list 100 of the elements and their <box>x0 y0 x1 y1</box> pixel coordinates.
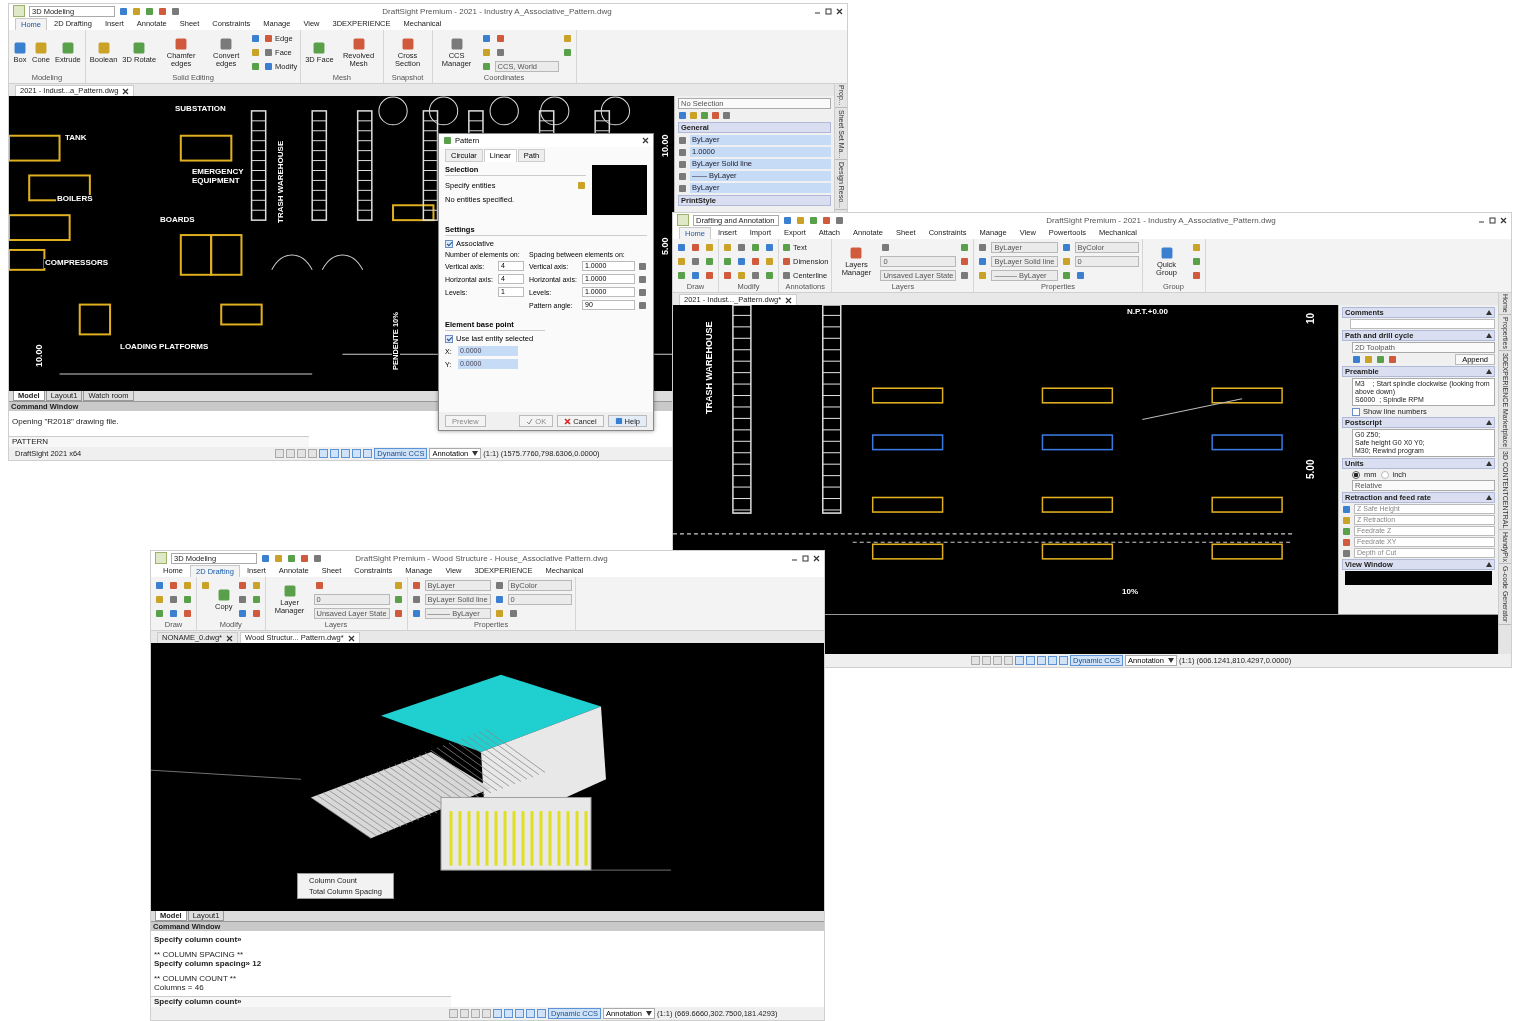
ribbon-icon-button[interactable] <box>1060 256 1072 267</box>
ribbon-icon-button[interactable] <box>561 47 573 58</box>
checkbox[interactable] <box>445 239 453 248</box>
ribbon-icon-button[interactable] <box>750 242 761 253</box>
ribbon-icon-button[interactable] <box>168 594 179 605</box>
collapse-icon[interactable] <box>1486 562 1492 567</box>
ribbon-icon-button[interactable] <box>392 594 404 605</box>
ribbon-icon-button[interactable] <box>750 270 761 281</box>
ribbon-icon-button[interactable] <box>154 580 165 591</box>
ribbon-icon-button[interactable] <box>392 608 404 619</box>
ribbon-icon-button[interactable] <box>250 594 262 605</box>
ribbon-icon-button[interactable] <box>182 608 193 619</box>
collapse-icon[interactable] <box>1486 495 1492 500</box>
ribbon-icon-button[interactable] <box>236 594 248 605</box>
maximize-icon[interactable] <box>825 7 832 15</box>
ribbon-icon-button[interactable] <box>750 256 761 267</box>
ribbon-icon-button[interactable] <box>880 242 892 253</box>
ribbon-icon-button[interactable] <box>480 47 492 58</box>
collapse-icon[interactable] <box>1486 461 1492 466</box>
close-icon[interactable] <box>642 137 649 144</box>
close-icon[interactable] <box>813 554 820 562</box>
ribbon-icon-button[interactable] <box>736 270 747 281</box>
maximize-icon[interactable] <box>802 554 809 562</box>
command-input[interactable]: Specify column count» <box>151 996 451 1007</box>
ribbon-icon-button[interactable] <box>676 242 687 253</box>
ribbon-icon-button[interactable] <box>959 256 971 267</box>
close-icon[interactable] <box>836 7 843 15</box>
ribbon-icon-button[interactable] <box>736 242 747 253</box>
ribbon-icon-button[interactable] <box>959 242 971 253</box>
checkbox[interactable] <box>1352 407 1360 416</box>
ribbon-icon-button[interactable] <box>959 270 971 281</box>
ribbon-icon-button[interactable] <box>704 270 715 281</box>
ribbon-icon-button[interactable] <box>154 594 165 605</box>
ribbon-icon-button[interactable] <box>1190 270 1202 281</box>
ribbon-icon-button[interactable] <box>493 594 505 605</box>
ribbon-icon-button[interactable] <box>494 33 506 44</box>
ribbon-icon-button[interactable] <box>250 580 262 591</box>
close-icon[interactable] <box>226 634 234 642</box>
ribbon-icon-button[interactable] <box>507 608 519 619</box>
caret-icon[interactable] <box>472 451 479 456</box>
ribbon-icon-button[interactable] <box>1060 270 1072 281</box>
close-icon[interactable] <box>122 87 130 95</box>
collapse-icon[interactable] <box>1486 420 1492 425</box>
close-icon[interactable] <box>1500 216 1507 224</box>
ribbon-icon-button[interactable] <box>764 256 775 267</box>
ribbon-icon-button[interactable] <box>168 580 179 591</box>
ribbon-icon-button[interactable] <box>676 270 687 281</box>
ribbon-icon-button[interactable] <box>690 270 701 281</box>
ribbon-icon-button[interactable] <box>200 580 211 591</box>
ribbon-icon-button[interactable] <box>764 242 775 253</box>
ribbon-icon-button[interactable] <box>561 33 573 44</box>
ribbon-icon-button[interactable] <box>250 47 262 58</box>
ribbon-icon-button[interactable] <box>493 608 505 619</box>
caret-icon[interactable] <box>645 1011 652 1016</box>
ribbon-icon-button[interactable] <box>704 256 715 267</box>
ribbon-icon-button[interactable] <box>410 608 422 619</box>
ribbon-icon-button[interactable] <box>250 61 262 72</box>
collapse-icon[interactable] <box>1486 310 1492 315</box>
ribbon-icon-button[interactable] <box>690 256 701 267</box>
radio-button[interactable] <box>1352 470 1360 479</box>
comments-field[interactable] <box>1350 319 1495 329</box>
ribbon-icon-button[interactable] <box>154 608 165 619</box>
ribbon-icon-button[interactable] <box>410 594 422 605</box>
ribbon-icon-button[interactable] <box>313 580 325 591</box>
ribbon-icon-button[interactable] <box>168 608 179 619</box>
ribbon-icon-button[interactable] <box>1190 242 1202 253</box>
ribbon-icon-button[interactable] <box>722 256 733 267</box>
radio-button[interactable] <box>1380 470 1389 479</box>
ribbon-icon-button[interactable] <box>480 61 492 72</box>
ribbon-icon-button[interactable] <box>722 270 733 281</box>
ribbon-icon-button[interactable] <box>493 580 505 591</box>
command-input[interactable]: PATTERN <box>9 436 309 447</box>
ribbon-icon-button[interactable] <box>690 242 701 253</box>
collapse-icon[interactable] <box>1486 333 1492 338</box>
ribbon-icon-button[interactable] <box>410 580 422 591</box>
ribbon-icon-button[interactable] <box>722 242 733 253</box>
ribbon-icon-button[interactable] <box>736 256 747 267</box>
ribbon-icon-button[interactable] <box>250 608 262 619</box>
ribbon-icon-button[interactable] <box>236 580 248 591</box>
checkbox[interactable] <box>445 334 453 343</box>
ribbon-icon-button[interactable] <box>182 594 193 605</box>
ribbon-icon-button[interactable] <box>236 608 248 619</box>
ribbon-icon-button[interactable] <box>977 270 989 281</box>
ribbon-icon-button[interactable] <box>392 580 404 591</box>
close-icon[interactable] <box>347 634 355 642</box>
ribbon-icon-button[interactable] <box>1074 270 1086 281</box>
caret-icon[interactable] <box>1167 658 1174 663</box>
ribbon-icon-button[interactable] <box>480 33 492 44</box>
ribbon-icon-button[interactable] <box>494 47 506 58</box>
ribbon-icon-button[interactable] <box>1190 256 1202 267</box>
ribbon-icon-button[interactable] <box>977 256 989 267</box>
ribbon-icon-button[interactable] <box>1060 242 1072 253</box>
collapse-icon[interactable] <box>1486 369 1492 374</box>
ribbon-icon-button[interactable] <box>977 242 989 253</box>
ribbon-icon-button[interactable] <box>764 270 775 281</box>
ribbon-icon-button[interactable] <box>676 256 687 267</box>
drawing-canvas[interactable]: TRASH WAREHOUSE N.P.T.+0.00 10 5.00 10% <box>673 305 1338 614</box>
close-icon[interactable] <box>785 296 793 304</box>
ribbon-icon-button[interactable] <box>250 33 262 44</box>
ribbon-icon-button[interactable] <box>704 242 715 253</box>
